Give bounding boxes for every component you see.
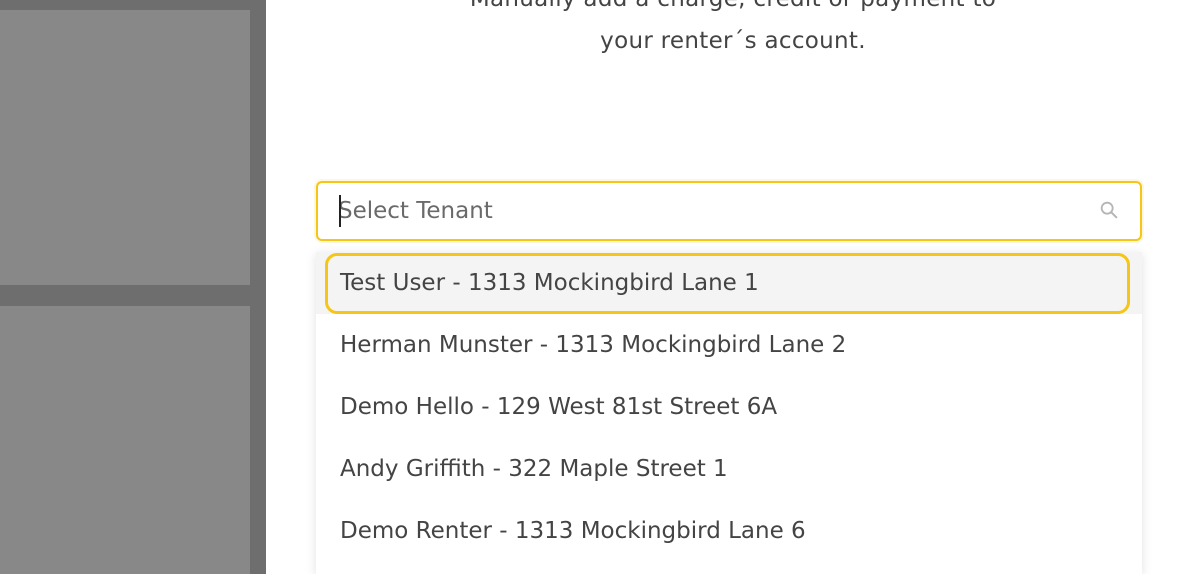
text-cursor [339, 195, 341, 227]
panel-description: Manually add a charge, credit or payment… [266, 0, 1200, 12]
search-icon[interactable] [1098, 199, 1120, 221]
tenant-option[interactable]: Demo Renter - 1313 Mockingbird Lane 6 [316, 500, 1142, 562]
tenant-select-field[interactable] [316, 181, 1142, 241]
tenant-option[interactable]: Andy Griffith - 322 Maple Street 1 [316, 438, 1142, 500]
panel-description: your renter´s account. [600, 28, 866, 54]
tenant-search-input[interactable] [338, 183, 1078, 239]
background-card [0, 306, 250, 574]
add-transaction-panel: Manually add a charge, credit or payment… [266, 0, 1200, 574]
tenant-option[interactable]: Herman Munster - 1313 Mockingbird Lane 2 [316, 314, 1142, 376]
background-card [0, 10, 250, 285]
tenant-dropdown-list: Test User - 1313 Mockingbird Lane 1 Herm… [316, 252, 1142, 574]
tenant-option[interactable]: Test User - 1313 Mockingbird Lane 1 [316, 252, 1142, 314]
tenant-option[interactable]: Demo Hello - 129 West 81st Street 6A [316, 376, 1142, 438]
page-backdrop [0, 0, 266, 574]
